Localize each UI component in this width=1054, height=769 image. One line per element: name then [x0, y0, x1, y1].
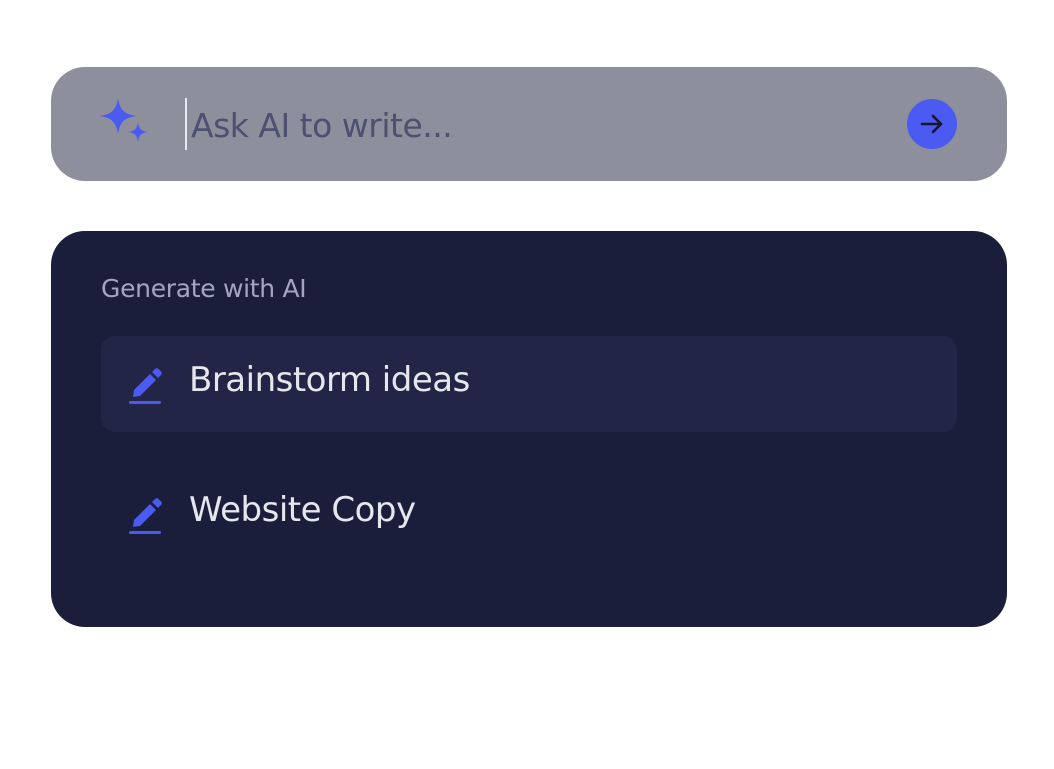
- menu-item-website-copy[interactable]: Website Copy: [101, 466, 957, 562]
- panel-heading: Generate with AI: [101, 274, 307, 303]
- menu-item-brainstorm-ideas[interactable]: Brainstorm ideas: [101, 336, 957, 432]
- send-button[interactable]: [907, 99, 957, 149]
- text-caret: [185, 98, 187, 150]
- menu-item-label: Website Copy: [189, 490, 416, 530]
- pencil-icon: [129, 498, 162, 534]
- pencil-icon: [129, 368, 162, 404]
- menu-item-label: Brainstorm ideas: [189, 360, 470, 400]
- ai-prompt-input[interactable]: [191, 98, 881, 152]
- sparkle-icon: [100, 98, 148, 142]
- arrow-right-icon: [920, 114, 943, 134]
